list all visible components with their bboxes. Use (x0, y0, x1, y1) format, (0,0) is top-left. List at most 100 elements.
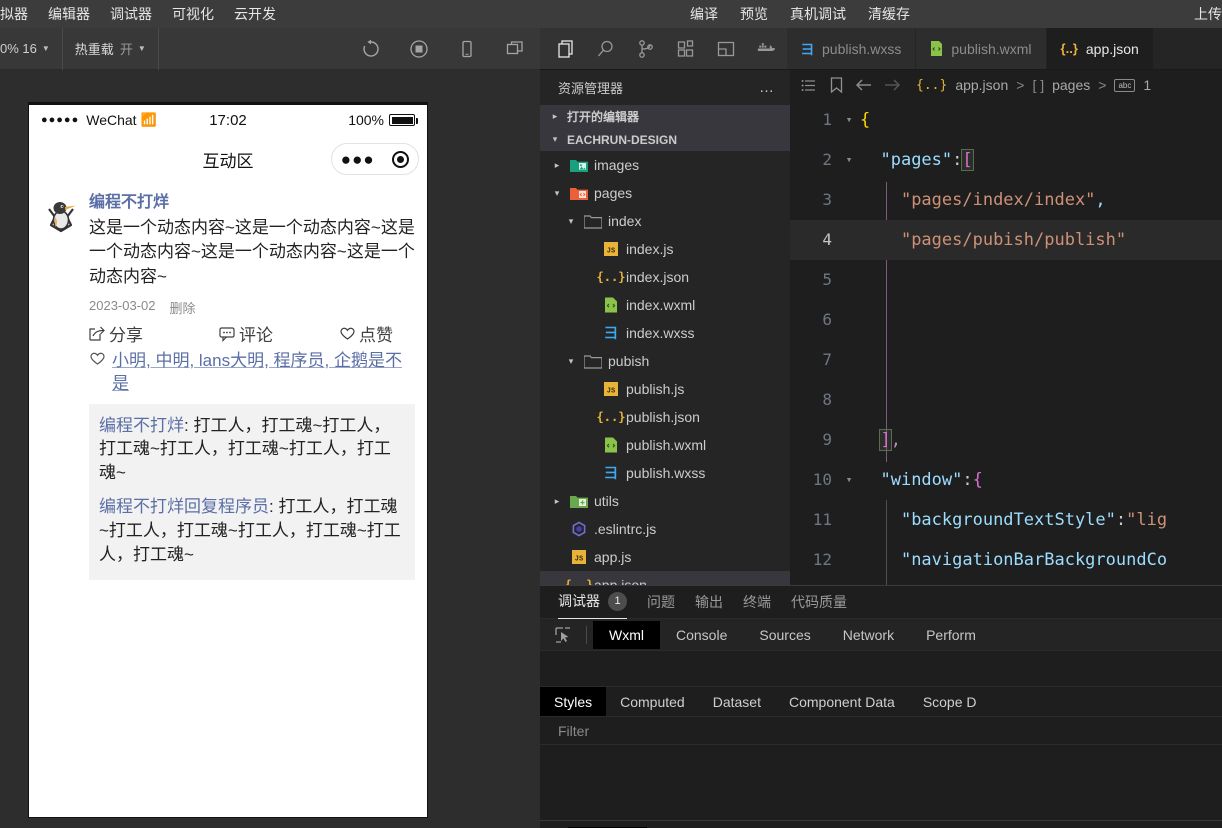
devtools-panel-tab[interactable]: Console (660, 621, 743, 649)
devtools-panel-tab[interactable]: Sources (743, 621, 826, 649)
file-tree-row[interactable]: JS index.js (540, 235, 790, 263)
file-tree-row[interactable]: index.wxml (540, 291, 790, 319)
inspect-element-icon[interactable] (546, 621, 580, 649)
zoom-selector[interactable]: 0% 16 ▼ (0, 27, 63, 70)
devtools-tab[interactable]: 代码质量 (791, 586, 847, 619)
delete-button[interactable]: 删除 (170, 298, 196, 317)
code-line[interactable]: 7 (790, 340, 1222, 380)
source-control-icon[interactable] (636, 38, 656, 60)
file-tree-row[interactable]: JS app.js (540, 543, 790, 571)
menu-item-real-device-debug[interactable]: 真机调试 (790, 4, 846, 24)
layout-icon[interactable] (716, 38, 736, 60)
breadcrumb-index[interactable]: 1 (1143, 77, 1151, 93)
menu-item-simulator[interactable]: 拟器 (0, 4, 28, 24)
devtools-tab[interactable]: 调试器 1 (558, 586, 627, 619)
comment-item[interactable]: 编程不打烊回复程序员: 打工人，打工魂~打工人，打工魂~打工人，打工魂~打工人，… (99, 495, 405, 566)
file-tree-row[interactable]: {..} index.json (540, 263, 790, 291)
code-line[interactable]: 4 "pages/pubish/publish" (790, 220, 1222, 260)
menu-item-clear-cache[interactable]: 清缓存 (868, 4, 910, 24)
file-tree-row[interactable]: {..} publish.json (540, 403, 790, 431)
devtools-tab[interactable]: 终端 (743, 586, 771, 619)
file-tree-row[interactable]: ▾ pubish (540, 347, 790, 375)
code-line[interactable]: 6 (790, 300, 1222, 340)
multi-window-icon[interactable] (504, 38, 526, 60)
code-line[interactable]: 12 "navigationBarBackgroundCo (790, 540, 1222, 580)
tab-publish-wxss[interactable]: 彐 publish.wxss (787, 28, 917, 69)
styles-filter-input[interactable]: Filter (540, 717, 1222, 745)
chevron-down-icon[interactable]: ▾ (550, 188, 564, 199)
comment-item[interactable]: 编程不打烊: 打工人，打工魂~打工人，打工魂~打工人，打工魂~打工人，打工魂~ (99, 414, 405, 485)
file-tree-row[interactable]: .eslintrc.js (540, 515, 790, 543)
file-tree-row[interactable]: ▸ images (540, 151, 790, 179)
devtools-sub-tab[interactable]: Scope D (909, 687, 991, 716)
outline-list-icon[interactable] (798, 78, 818, 93)
menu-item-compile[interactable]: 编译 (690, 4, 718, 24)
docker-icon[interactable] (756, 38, 776, 60)
section-open-editors[interactable]: ▸ 打开的编辑器 (540, 105, 790, 128)
file-tree-row[interactable]: 彐 index.wxss (540, 319, 790, 347)
breadcrumb-file[interactable]: app.json (955, 77, 1008, 93)
file-tree-row[interactable]: 彐 publish.wxss (540, 459, 790, 487)
share-button[interactable]: 分享 (89, 321, 219, 346)
back-arrow-icon[interactable] (854, 78, 874, 92)
code-line[interactable]: 11 "backgroundTextStyle":"lig (790, 500, 1222, 540)
comment-author[interactable]: 编程不打烊回复程序员 (99, 497, 269, 516)
devtools-tab[interactable]: 问题 (647, 586, 675, 619)
devtools-sub-tab[interactable]: Component Data (775, 687, 909, 716)
comment-button[interactable]: 评论 (219, 321, 339, 346)
likes-names[interactable]: 小明, 中明, lans大明, 程序员, 企鹅是不是 (112, 350, 415, 396)
menu-item-upload[interactable]: 上传 (1194, 4, 1222, 24)
like-button[interactable]: 点赞 (339, 321, 393, 346)
tab-app-json[interactable]: {..} app.json (1046, 28, 1154, 69)
chevron-down-icon[interactable]: ▾ (564, 356, 578, 367)
devtools-panel-tab[interactable]: Wxml (593, 620, 660, 649)
menu-item-editor[interactable]: 编辑器 (48, 4, 90, 24)
file-tree-row[interactable]: publish.wxml (540, 431, 790, 459)
file-tree-row[interactable]: ▸ utils (540, 487, 790, 515)
devtools-sub-tab[interactable]: Styles (540, 687, 607, 716)
search-icon[interactable] (596, 38, 616, 60)
menu-item-visualization[interactable]: 可视化 (172, 4, 214, 24)
fold-chevron-icon[interactable]: ▾ (838, 100, 860, 140)
code-line[interactable]: 9 ], (790, 420, 1222, 460)
file-tree-row[interactable]: JS publish.js (540, 375, 790, 403)
forward-arrow-icon[interactable] (882, 78, 902, 92)
chevron-right-icon[interactable]: ▸ (550, 496, 564, 507)
menu-item-cloud-dev[interactable]: 云开发 (234, 4, 276, 24)
menu-item-preview[interactable]: 预览 (740, 4, 768, 24)
phone-icon[interactable] (456, 38, 478, 60)
tab-publish-wxml[interactable]: publish.wxml (916, 28, 1047, 69)
fold-chevron-icon[interactable]: ▾ (838, 460, 860, 500)
devtools-sub-tab[interactable]: Computed (606, 687, 699, 716)
code-line[interactable]: 1 ▾{ (790, 100, 1222, 140)
files-explorer-icon[interactable] (556, 38, 576, 60)
avatar[interactable] (41, 195, 81, 235)
bookmark-icon[interactable] (826, 77, 846, 93)
more-dots-icon[interactable]: ●●● (341, 151, 375, 168)
fold-chevron-icon[interactable]: ▾ (838, 140, 860, 180)
refresh-icon[interactable] (360, 38, 382, 60)
post-author[interactable]: 编程不打烊 (89, 193, 415, 214)
file-tree-row[interactable]: ▾ pages (540, 179, 790, 207)
record-stop-icon[interactable] (408, 38, 430, 60)
file-tree-row[interactable]: ▾ index (540, 207, 790, 235)
code-line[interactable]: 8 (790, 380, 1222, 420)
menu-item-debugger[interactable]: 调试器 (110, 4, 152, 24)
code-line[interactable]: 2 ▾ "pages":[ (790, 140, 1222, 180)
devtools-panel-tab[interactable]: Network (827, 621, 910, 649)
code-content[interactable]: 1 ▾{2 ▾ "pages":[3 "pages/index/index", 4 "… (790, 100, 1222, 620)
devtools-tab[interactable]: 输出 (695, 586, 723, 619)
comment-author[interactable]: 编程不打烊 (99, 416, 184, 435)
wechat-capsule[interactable]: ●●● (331, 143, 419, 175)
breadcrumb-node[interactable]: pages (1052, 77, 1090, 93)
code-line[interactable]: 10 ▾ "window":{ (790, 460, 1222, 500)
devtools-sub-tab[interactable]: Dataset (699, 687, 775, 716)
code-line[interactable]: 3 "pages/index/index", (790, 180, 1222, 220)
more-actions-icon[interactable]: … (759, 79, 776, 96)
target-icon[interactable] (392, 150, 410, 168)
code-line[interactable]: 5 (790, 260, 1222, 300)
chevron-down-icon[interactable]: ▾ (564, 216, 578, 227)
section-project-root[interactable]: ▾ EACHRUN-DESIGN (540, 128, 790, 151)
chevron-right-icon[interactable]: ▸ (550, 160, 564, 171)
hot-reload-selector[interactable]: 热重载 开 ▼ (63, 27, 159, 70)
